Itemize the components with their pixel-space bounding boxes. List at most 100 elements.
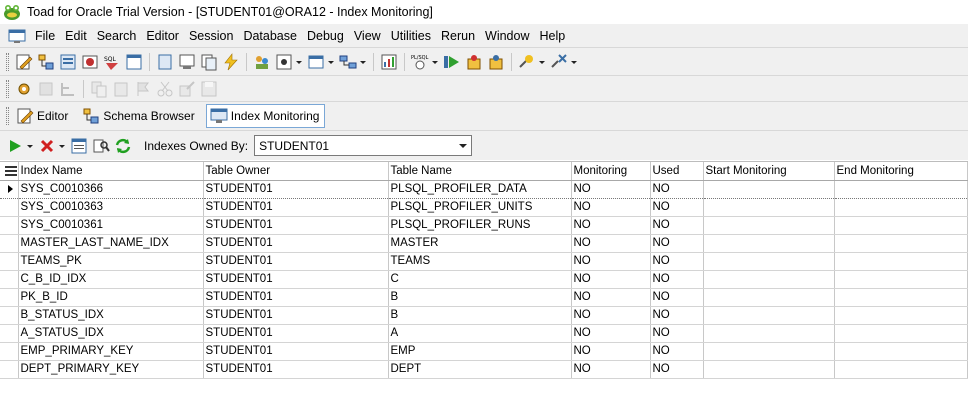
cell-used[interactable]: NO [650, 342, 704, 361]
plsql-profiler-icon[interactable]: PL/SQL [411, 53, 429, 71]
cell-index-name[interactable]: B_STATUS_IDX [18, 306, 204, 325]
object-window-icon[interactable] [156, 53, 174, 71]
lightning-icon[interactable] [222, 52, 240, 71]
cell-end-monitoring[interactable] [834, 306, 968, 325]
menu-help[interactable]: Help [535, 29, 571, 43]
menu-file[interactable]: File [30, 29, 60, 43]
cell-used[interactable]: NO [650, 306, 704, 325]
menu-window[interactable]: Window [480, 29, 534, 43]
menu-rerun[interactable]: Rerun [436, 29, 480, 43]
disabled-save-icon[interactable] [200, 80, 218, 98]
table-row[interactable]: B_STATUS_IDX STUDENT01 B NO NO [0, 306, 968, 325]
cell-used[interactable]: NO [650, 234, 704, 253]
toolbar-grip[interactable] [6, 52, 9, 71]
window-list-icon[interactable] [307, 53, 325, 71]
disabled-export-icon[interactable] [178, 80, 196, 98]
cell-monitoring[interactable]: NO [571, 270, 651, 289]
menu-database[interactable]: Database [238, 29, 302, 43]
menu-edit[interactable]: Edit [60, 29, 92, 43]
row-indicator[interactable] [0, 198, 19, 217]
chevron-down-icon[interactable] [459, 143, 468, 148]
cell-used[interactable]: NO [650, 179, 704, 199]
disabled-paste-icon[interactable] [112, 80, 130, 98]
toolbar-grip[interactable] [6, 79, 9, 98]
cell-monitoring[interactable]: NO [571, 306, 651, 325]
stop-monitoring-x-icon[interactable] [38, 137, 56, 155]
cell-table-owner[interactable]: STUDENT01 [203, 360, 389, 379]
execute-arrow-icon[interactable] [443, 53, 461, 71]
connect-icon[interactable] [518, 53, 536, 71]
cell-table-owner[interactable]: STUDENT01 [203, 198, 389, 217]
row-indicator[interactable] [0, 324, 19, 343]
row-indicator[interactable] [0, 360, 19, 379]
cell-table-owner[interactable]: STUDENT01 [203, 216, 389, 235]
cell-monitoring[interactable]: NO [571, 198, 651, 217]
plsql-dropdown[interactable] [431, 53, 439, 71]
cell-start-monitoring[interactable] [703, 234, 835, 253]
table-row[interactable]: A_STATUS_IDX STUDENT01 A NO NO [0, 324, 968, 343]
cell-used[interactable]: NO [650, 288, 704, 307]
cell-monitoring[interactable]: NO [571, 252, 651, 271]
cell-start-monitoring[interactable] [703, 270, 835, 289]
row-indicator[interactable] [0, 342, 19, 361]
disabled-copy-icon[interactable] [90, 80, 108, 98]
cell-table-name[interactable]: MASTER [388, 234, 572, 253]
settings-gear-icon[interactable] [15, 80, 33, 98]
tab-index-monitoring[interactable]: Index Monitoring [205, 104, 326, 128]
debugger-icon[interactable] [275, 53, 293, 71]
menu-editor[interactable]: Editor [141, 29, 184, 43]
disconnect-dropdown[interactable] [570, 53, 578, 71]
menu-session[interactable]: Session [184, 29, 238, 43]
column-header-table-owner[interactable]: Table Owner [203, 162, 389, 181]
cell-table-owner[interactable]: STUDENT01 [203, 234, 389, 253]
row-indicator[interactable] [0, 252, 19, 271]
cell-end-monitoring[interactable] [834, 216, 968, 235]
cell-used[interactable]: NO [650, 360, 704, 379]
table-row[interactable]: PK_B_ID STUDENT01 B NO NO [0, 288, 968, 307]
cell-start-monitoring[interactable] [703, 288, 835, 307]
cell-end-monitoring[interactable] [834, 270, 968, 289]
network-dropdown[interactable] [359, 53, 367, 71]
menu-view[interactable]: View [349, 29, 386, 43]
cell-table-owner[interactable]: STUDENT01 [203, 252, 389, 271]
cell-used[interactable]: NO [650, 252, 704, 271]
row-indicator[interactable] [0, 288, 19, 307]
cell-table-name[interactable]: PLSQL_PROFILER_DATA [388, 179, 572, 199]
schema-browser-icon[interactable] [37, 53, 55, 71]
cell-table-name[interactable]: A [388, 324, 572, 343]
cell-monitoring[interactable]: NO [571, 342, 651, 361]
window-menu-icon[interactable] [8, 28, 26, 44]
cell-table-owner[interactable]: STUDENT01 [203, 324, 389, 343]
table-row[interactable]: EMP_PRIMARY_KEY STUDENT01 EMP NO NO [0, 342, 968, 361]
stop-monitoring-dropdown[interactable] [58, 137, 66, 155]
column-header-monitoring[interactable]: Monitoring [571, 162, 651, 181]
cell-end-monitoring[interactable] [834, 234, 968, 253]
cell-table-name[interactable]: C [388, 270, 572, 289]
cell-monitoring[interactable]: NO [571, 288, 651, 307]
cell-table-owner[interactable]: STUDENT01 [203, 306, 389, 325]
sql-window-icon[interactable] [125, 53, 143, 71]
cell-monitoring[interactable]: NO [571, 234, 651, 253]
cell-start-monitoring[interactable] [703, 306, 835, 325]
cell-index-name[interactable]: SYS_C0010366 [18, 179, 204, 199]
column-header-start-monitoring[interactable]: Start Monitoring [703, 162, 835, 181]
cell-table-name[interactable]: PLSQL_PROFILER_UNITS [388, 198, 572, 217]
table-row[interactable]: SYS_C0010363 STUDENT01 PLSQL_PROFILER_UN… [0, 198, 968, 217]
cell-start-monitoring[interactable] [703, 179, 835, 199]
cell-end-monitoring[interactable] [834, 360, 968, 379]
cell-start-monitoring[interactable] [703, 342, 835, 361]
disabled-flag-icon[interactable] [134, 80, 152, 98]
cell-used[interactable]: NO [650, 216, 704, 235]
cell-end-monitoring[interactable] [834, 324, 968, 343]
cell-start-monitoring[interactable] [703, 252, 835, 271]
row-indicator[interactable] [0, 216, 19, 235]
cell-table-owner[interactable]: STUDENT01 [203, 342, 389, 361]
cell-table-name[interactable]: TEAMS [388, 252, 572, 271]
refresh-icon[interactable] [114, 137, 132, 155]
compare-icon[interactable] [200, 53, 218, 71]
cell-table-name[interactable]: PLSQL_PROFILER_RUNS [388, 216, 572, 235]
debugger-dropdown[interactable] [295, 53, 303, 71]
cell-start-monitoring[interactable] [703, 198, 835, 217]
menu-search[interactable]: Search [92, 29, 142, 43]
session-browser-icon[interactable] [81, 53, 99, 71]
